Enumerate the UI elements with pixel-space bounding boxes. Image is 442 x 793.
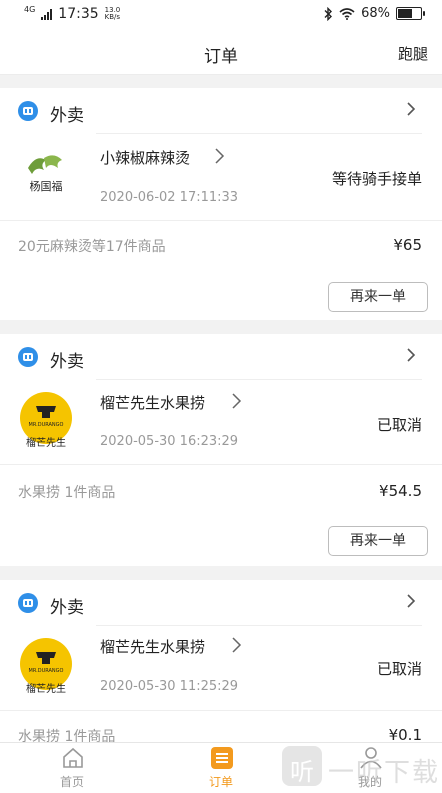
- net-speed: 13.0 KB/s: [104, 6, 121, 21]
- order-status: 已取消: [376, 660, 422, 678]
- divider: [96, 379, 422, 380]
- order-price: ¥65: [393, 236, 422, 254]
- shop-name[interactable]: 小辣椒麻辣烫: [100, 147, 190, 168]
- order-type-row[interactable]: 外卖: [0, 334, 442, 380]
- tab-home[interactable]: 首页: [22, 743, 122, 793]
- network-label: 4G: [24, 5, 36, 14]
- shop-logo-text: 杨国福: [30, 179, 63, 193]
- chevron-right-icon[interactable]: [230, 637, 244, 653]
- order-card[interactable]: 外卖 杨国福 小辣椒麻辣烫 2020-06-02 17:11:33 等待骑手接单…: [0, 88, 442, 320]
- tab-label: 订单: [208, 775, 233, 789]
- shop-logo-text: 榴芒先生: [26, 682, 66, 694]
- clock: 17:35: [58, 6, 99, 22]
- chevron-right-icon[interactable]: [230, 393, 244, 409]
- order-type-row[interactable]: 外卖: [0, 88, 442, 134]
- divider: [0, 464, 442, 465]
- divider: [96, 133, 422, 134]
- page-title: 订单: [204, 47, 238, 67]
- bluetooth-icon: [324, 6, 333, 21]
- order-type-label: 外卖: [50, 598, 84, 618]
- chevron-right-icon[interactable]: [404, 102, 418, 116]
- shop-logo[interactable]: 杨国福: [18, 146, 74, 202]
- order-goods: 水果捞 1件商品: [18, 485, 116, 501]
- status-bar: 4G 17:35 13.0 KB/s 68%: [0, 0, 442, 30]
- shop-logo-text: 榴芒先生: [26, 436, 66, 448]
- shop-logo[interactable]: MR.DURANGO 榴芒先生: [18, 392, 74, 448]
- divider: [0, 710, 442, 711]
- shop-logo[interactable]: MR.DURANGO 榴芒先生: [18, 638, 74, 694]
- divider: [96, 625, 422, 626]
- order-time: 2020-06-02 17:11:33: [100, 190, 239, 205]
- order-card[interactable]: 外卖 MR.DURANGO 榴芒先生 榴芒先生水果捞 2020-05-30 11…: [0, 580, 442, 745]
- chevron-right-icon[interactable]: [213, 148, 227, 164]
- chevron-right-icon[interactable]: [404, 348, 418, 362]
- order-type-label: 外卖: [50, 106, 84, 126]
- shop-logo-brand: MR.DURANGO: [29, 422, 64, 428]
- tab-label: 首页: [59, 775, 84, 789]
- reorder-button[interactable]: 再来一单: [328, 526, 428, 556]
- order-card[interactable]: 外卖 MR.DURANGO 榴芒先生 榴芒先生水果捞 2020-05-30 16…: [0, 334, 442, 566]
- wifi-icon: [339, 7, 355, 20]
- delivery-tag-icon: [18, 347, 38, 367]
- order-list-icon: [211, 747, 233, 769]
- battery-icon: [396, 7, 425, 20]
- delivery-tag-icon: [18, 593, 38, 613]
- delivery-tag-icon: [18, 101, 38, 121]
- tab-orders[interactable]: 订单: [171, 743, 271, 793]
- watermark-logo: 听: [282, 746, 322, 786]
- watermark: 听 一听下载: [282, 744, 442, 792]
- errand-link[interactable]: 跑腿: [398, 43, 428, 64]
- watermark-text: 一听下载: [328, 758, 441, 788]
- signal-icon: [41, 8, 53, 20]
- order-time: 2020-05-30 16:23:29: [100, 434, 239, 449]
- order-type-row[interactable]: 外卖: [0, 580, 442, 626]
- order-goods: 20元麻辣烫等17件商品: [18, 239, 166, 255]
- order-status: 等待骑手接单: [331, 170, 422, 188]
- order-status: 已取消: [376, 416, 422, 434]
- home-icon: [63, 747, 83, 768]
- shop-logo-brand: MR.DURANGO: [29, 668, 64, 674]
- reorder-button[interactable]: 再来一单: [328, 282, 428, 312]
- divider: [0, 220, 442, 221]
- order-price: ¥54.5: [379, 482, 422, 500]
- battery-label: 68%: [361, 6, 390, 21]
- shop-name[interactable]: 榴芒先生水果捞: [100, 636, 205, 657]
- order-type-label: 外卖: [50, 352, 84, 372]
- chevron-right-icon[interactable]: [404, 594, 418, 608]
- shop-name[interactable]: 榴芒先生水果捞: [100, 392, 205, 413]
- app-header: 订单 跑腿: [0, 30, 442, 75]
- order-time: 2020-05-30 11:25:29: [100, 679, 239, 694]
